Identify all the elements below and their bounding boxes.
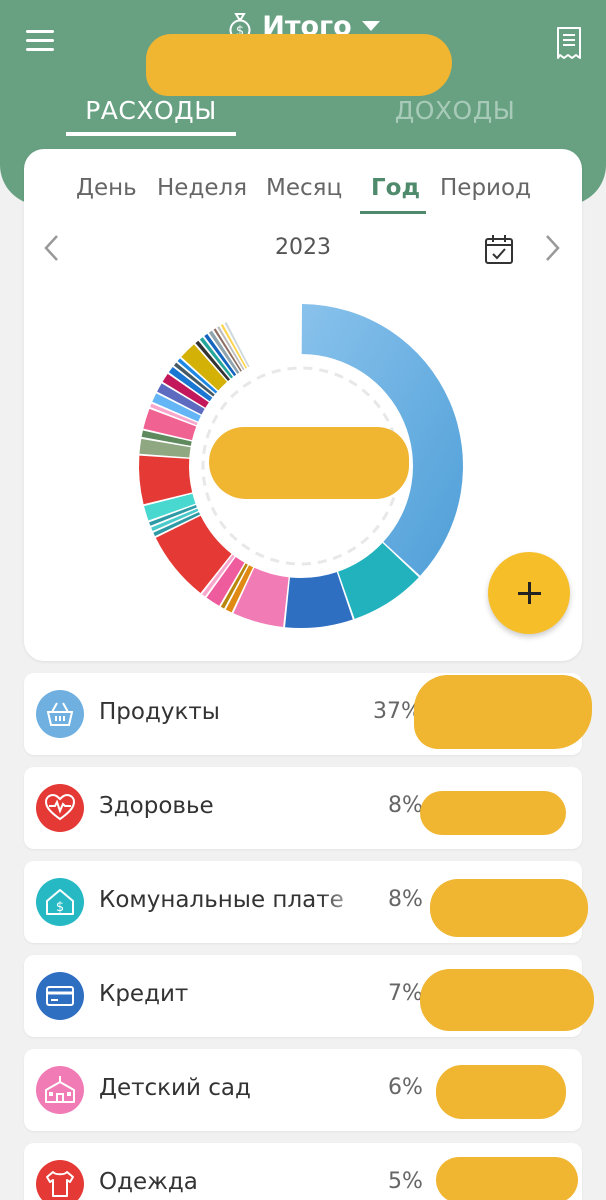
category-percent: 5% <box>388 1169 423 1194</box>
tshirt-icon <box>36 1160 84 1200</box>
credit-card-icon <box>36 972 84 1020</box>
svg-text:$: $ <box>56 900 64 915</box>
redacted-amount <box>414 675 592 749</box>
redacted-amount <box>430 879 588 937</box>
category-row-utilities[interactable]: $ Комунальные плате 8% <box>24 861 588 943</box>
category-percent: 6% <box>388 1075 423 1100</box>
category-row-health[interactable]: Здоровье 8% <box>24 767 582 849</box>
category-name: Комунальные плате <box>99 887 344 913</box>
redacted-amount <box>436 1065 566 1119</box>
category-row-credit[interactable]: Кредит 7% <box>24 955 594 1037</box>
chart-card: День Неделя Месяц Год Период 2023 <box>24 149 582 661</box>
category-name: Детский сад <box>99 1075 251 1101</box>
basket-icon <box>36 690 84 738</box>
category-row-clothes[interactable]: Одежда 5% <box>24 1143 582 1200</box>
chevron-right-icon[interactable] <box>540 233 564 263</box>
redacted-amount <box>420 969 594 1031</box>
tab-period[interactable]: Период <box>440 175 531 201</box>
redacted-amount <box>436 1157 578 1200</box>
tab-year[interactable]: Год <box>371 175 420 201</box>
redacted-amount <box>420 791 566 835</box>
heart-pulse-icon <box>36 784 84 832</box>
category-name: Одежда <box>99 1169 198 1195</box>
chevron-down-icon <box>361 21 380 31</box>
period-tabs: День Неделя Месяц Год Период <box>24 169 582 214</box>
add-transaction-button[interactable] <box>488 552 570 634</box>
category-row-products[interactable]: Продукты 37% <box>24 673 592 755</box>
menu-icon-line <box>26 48 54 51</box>
redacted-total <box>209 427 409 499</box>
tab-active-indicator <box>66 132 236 136</box>
house-dollar-icon: $ <box>36 878 84 926</box>
plus-icon <box>518 592 541 595</box>
receipt-icon[interactable] <box>554 26 584 60</box>
tab-week[interactable]: Неделя <box>157 175 247 201</box>
period-active-indicator <box>360 211 426 214</box>
category-percent: 7% <box>388 981 423 1006</box>
donut-segment[interactable] <box>233 567 289 628</box>
category-percent: 8% <box>388 887 423 912</box>
category-name: Здоровье <box>99 793 214 819</box>
tab-income[interactable]: ДОХОДЫ <box>370 96 540 138</box>
tab-month[interactable]: Месяц <box>266 175 342 201</box>
year-label: 2023 <box>275 235 331 260</box>
category-percent: 8% <box>388 793 423 818</box>
school-icon <box>36 1066 84 1114</box>
category-name: Кредит <box>99 981 189 1007</box>
chevron-left-icon[interactable] <box>40 233 64 263</box>
tab-day[interactable]: День <box>76 175 137 201</box>
calendar-icon[interactable] <box>484 233 514 265</box>
category-row-kindergarten[interactable]: Детский сад 6% <box>24 1049 582 1131</box>
redacted-balance <box>146 34 452 96</box>
category-name: Продукты <box>99 699 220 725</box>
